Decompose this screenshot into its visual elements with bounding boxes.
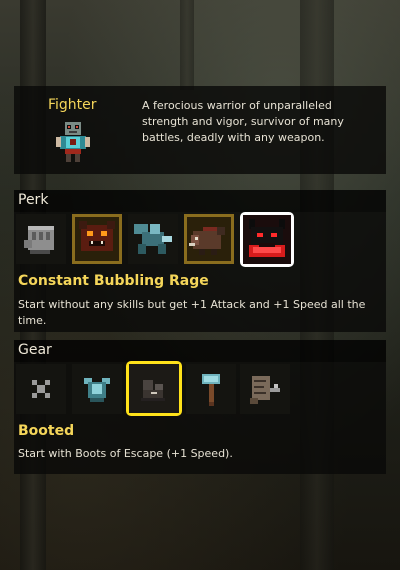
hammer-icon xyxy=(202,374,220,406)
gear-header-label: Gear xyxy=(18,342,52,358)
fighter-sprite-icon xyxy=(56,120,90,164)
armor-icon xyxy=(84,378,110,402)
gear-slot-1[interactable] xyxy=(16,364,66,414)
boots-icon xyxy=(129,364,179,413)
gear-slot-4[interactable] xyxy=(186,364,236,414)
class-name: Fighter xyxy=(48,97,97,113)
gear-selected-description: Start with Boots of Escape (+1 Speed). xyxy=(18,447,233,460)
stone-fist-icon xyxy=(24,226,54,254)
perk-slot-4[interactable] xyxy=(184,214,234,264)
perk-selected-description: Start without any skills but get +1 Atta… xyxy=(18,298,366,327)
perk-slot-2[interactable] xyxy=(72,214,122,264)
perk-slot-5-selected[interactable] xyxy=(240,212,294,267)
rage-demon-icon xyxy=(243,215,291,264)
class-description: A ferocious warrior of unparalleled stre… xyxy=(142,99,344,144)
perk-slot-1[interactable] xyxy=(16,214,66,264)
perk-header: Perk xyxy=(14,190,386,212)
gear-slot-2[interactable] xyxy=(72,364,122,414)
boar-icon xyxy=(189,227,225,255)
none-x-icon xyxy=(32,380,50,398)
blue-beast-icon xyxy=(134,224,172,254)
perk-selected-title: Constant Bubbling Rage xyxy=(18,273,209,289)
gear-header: Gear xyxy=(14,340,386,362)
perk-header-label: Perk xyxy=(18,192,49,208)
gear-slot-5[interactable] xyxy=(240,364,290,414)
red-demon-icon xyxy=(79,221,115,251)
scroll-icon xyxy=(250,376,280,404)
gear-slot-3-selected[interactable] xyxy=(126,361,182,416)
perk-slot-3[interactable] xyxy=(128,214,178,264)
gear-selected-title: Booted xyxy=(18,423,75,439)
